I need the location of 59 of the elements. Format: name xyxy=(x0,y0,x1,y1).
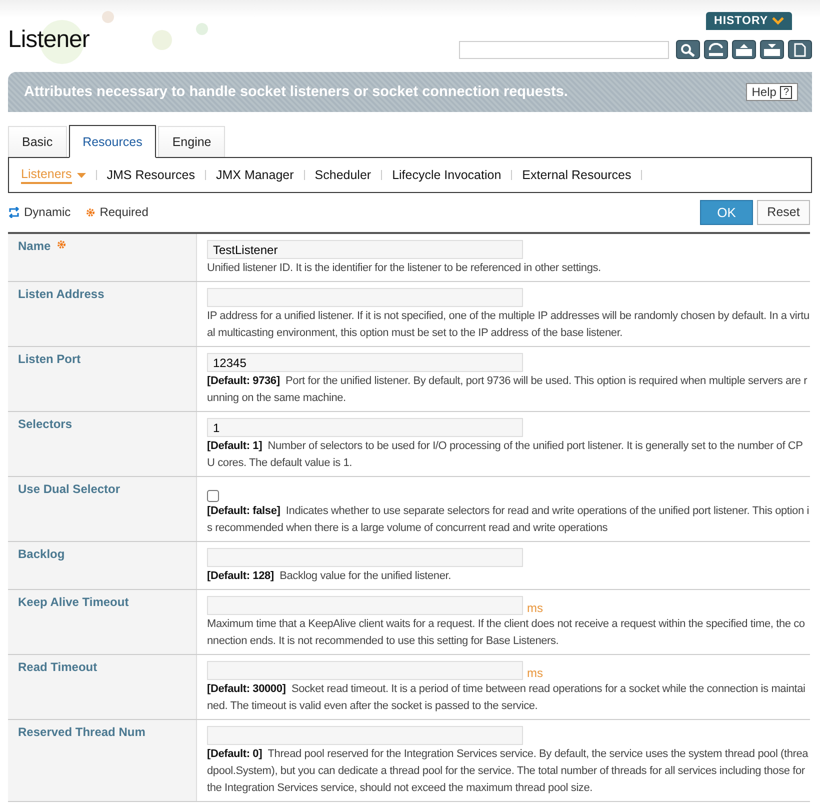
legend-label: Dynamic xyxy=(24,205,71,219)
field-description: [Default: 0] Thread pool reserved for the Integration Services service. By default, the service uses the system thread pool (threadpool.System), but you can dedicate a thread pool for the service. The total number of threads for all services including those for the Integration Services service, should not exceed the maximum thread pool size. xyxy=(207,747,810,796)
subtab[interactable]: External Resources xyxy=(522,168,632,182)
refresh-button[interactable] xyxy=(704,40,728,59)
tab[interactable]: Engine xyxy=(158,126,226,157)
xml-export-button[interactable] xyxy=(732,40,756,59)
field-label: Listen Address xyxy=(18,287,104,301)
tab[interactable]: Basic xyxy=(8,126,67,157)
field-description: Maximum time that a KeepAlive client waits for a request. If the client does not receive a request within the specified time, the connection ends. It is not recommended to use this setting for Base Listeners. xyxy=(207,617,806,649)
text-field[interactable] xyxy=(207,548,523,567)
required-icon xyxy=(84,206,96,218)
text-field[interactable] xyxy=(207,661,523,680)
text-field[interactable]: 1 xyxy=(207,418,523,437)
document-down-icon xyxy=(763,42,781,56)
field-label: Selectors xyxy=(18,417,72,431)
text-field[interactable]: 12345 xyxy=(207,353,523,372)
document-up-icon xyxy=(735,42,753,56)
field-label: Keep Alive Timeout xyxy=(18,595,129,609)
field-description: [Default: 1] Number of selectors to be used for I/O processing of the unified port listener. It is generally set to the number of CPU cores. The default value is 1. xyxy=(207,439,804,471)
field-label: Name xyxy=(18,239,51,253)
subtab[interactable]: JMS Resources xyxy=(106,168,195,182)
field-description: IP address for a unified listener. If it is not specified, one of the multiple IP addresses will be randomly chosen by default. In a virtual multicasting environment, this option must be set to the IP address of the base listener. xyxy=(207,309,810,341)
reset-button[interactable]: Reset xyxy=(757,200,810,224)
checkbox[interactable] xyxy=(207,490,219,502)
search-field[interactable] xyxy=(459,40,669,58)
subtab[interactable]: Lifecycle Invocation xyxy=(392,168,502,182)
page-title: Listener xyxy=(8,26,90,55)
text-field[interactable] xyxy=(207,288,523,307)
field-description: [Default: 128] Backlog value for the unified listener. xyxy=(207,569,452,584)
search-icon xyxy=(680,42,696,56)
field-label: Reserved Thread Num xyxy=(18,725,146,739)
field-label: Listen Port xyxy=(18,352,81,366)
field-description: [Default: false] Indicates whether to use separate selectors for read and write operations of the unified port listener. This option is recommended when there is a large volume of concurrent read and write operations xyxy=(207,504,810,536)
subtab[interactable]: Scheduler xyxy=(314,168,372,182)
field-description: Unified listener ID. It is the identifier for the listener to be referenced in other settings. xyxy=(207,261,602,276)
text-field[interactable] xyxy=(207,596,523,615)
field-label: Read Timeout xyxy=(18,660,98,674)
banner-text: Attributes necessary to handle socket listeners or socket connection requests. xyxy=(24,84,568,100)
document-icon xyxy=(792,42,808,56)
refresh-icon xyxy=(707,42,725,56)
field-label: Backlog xyxy=(18,547,65,561)
legend-label: Required xyxy=(100,205,148,219)
help-button[interactable]: Help ? xyxy=(746,83,798,101)
unit-label: ms xyxy=(527,601,543,615)
field-description: [Default: 30000] Socket read timeout. It is a period of time between read operations for a socket while the connection is maintained. The timeout is valid even after the socket is passed to the service. xyxy=(207,682,806,714)
xml-import-button[interactable] xyxy=(760,40,784,59)
subtab[interactable]: JMX Manager xyxy=(216,168,294,182)
help-icon: ? xyxy=(780,86,792,98)
chevron-down-icon xyxy=(772,17,784,25)
search-button[interactable] xyxy=(676,40,700,59)
history-button[interactable]: HISTORY xyxy=(706,12,792,30)
text-field[interactable] xyxy=(207,726,523,745)
unit-label: ms xyxy=(527,666,543,680)
dynamic-icon xyxy=(8,206,20,218)
tab[interactable]: Resources xyxy=(68,125,156,158)
export-button[interactable] xyxy=(788,40,812,59)
field-description: [Default: 9736] Port for the unified listener. By default, port 9736 will be used. This option is required when multiple servers are running on the same machine. xyxy=(207,374,808,406)
field-label: Use Dual Selector xyxy=(18,482,120,496)
text-field[interactable]: TestListener xyxy=(207,240,523,259)
